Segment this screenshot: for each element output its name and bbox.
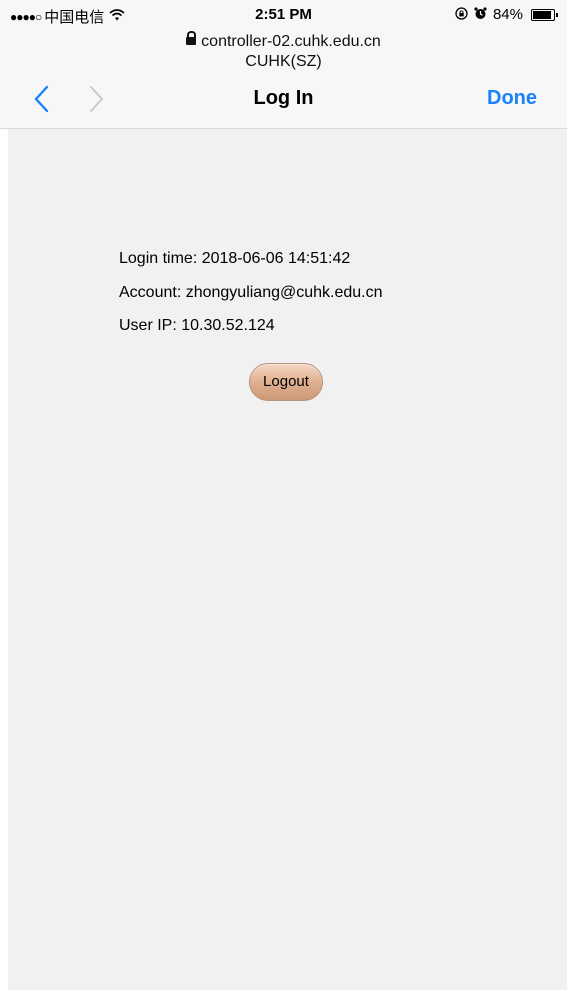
- battery-percentage: 84%: [492, 6, 523, 23]
- url-bar[interactable]: controller-02.cuhk.edu.cn: [0, 31, 567, 51]
- account-text: Account: zhongyuliang@cuhk.edu.cn: [119, 284, 383, 301]
- login-time-text: Login time: 2018-06-06 14:51:42: [119, 250, 351, 267]
- page-content: Login time: 2018-06-06 14:51:42 Account:…: [8, 129, 567, 990]
- alarm-icon: [474, 6, 487, 23]
- user-ip-text: User IP: 10.30.52.124: [119, 317, 275, 334]
- site-name: CUHK(SZ): [245, 53, 322, 70]
- logout-button[interactable]: Logout: [249, 363, 323, 401]
- battery-icon: [531, 8, 558, 21]
- url-text: controller-02.cuhk.edu.cn: [201, 33, 381, 50]
- done-button[interactable]: Done: [487, 87, 537, 110]
- rotation-lock-icon: [455, 6, 468, 23]
- status-bar: ●●●●○ 中国电信 2:51 PM 84%: [0, 0, 567, 30]
- page-title: Log In: [253, 87, 314, 109]
- lock-icon: [186, 31, 197, 45]
- top-bar: ●●●●○ 中国电信 2:51 PM 84% controller-02.cuh…: [0, 0, 567, 129]
- status-right: 84%: [455, 6, 558, 23]
